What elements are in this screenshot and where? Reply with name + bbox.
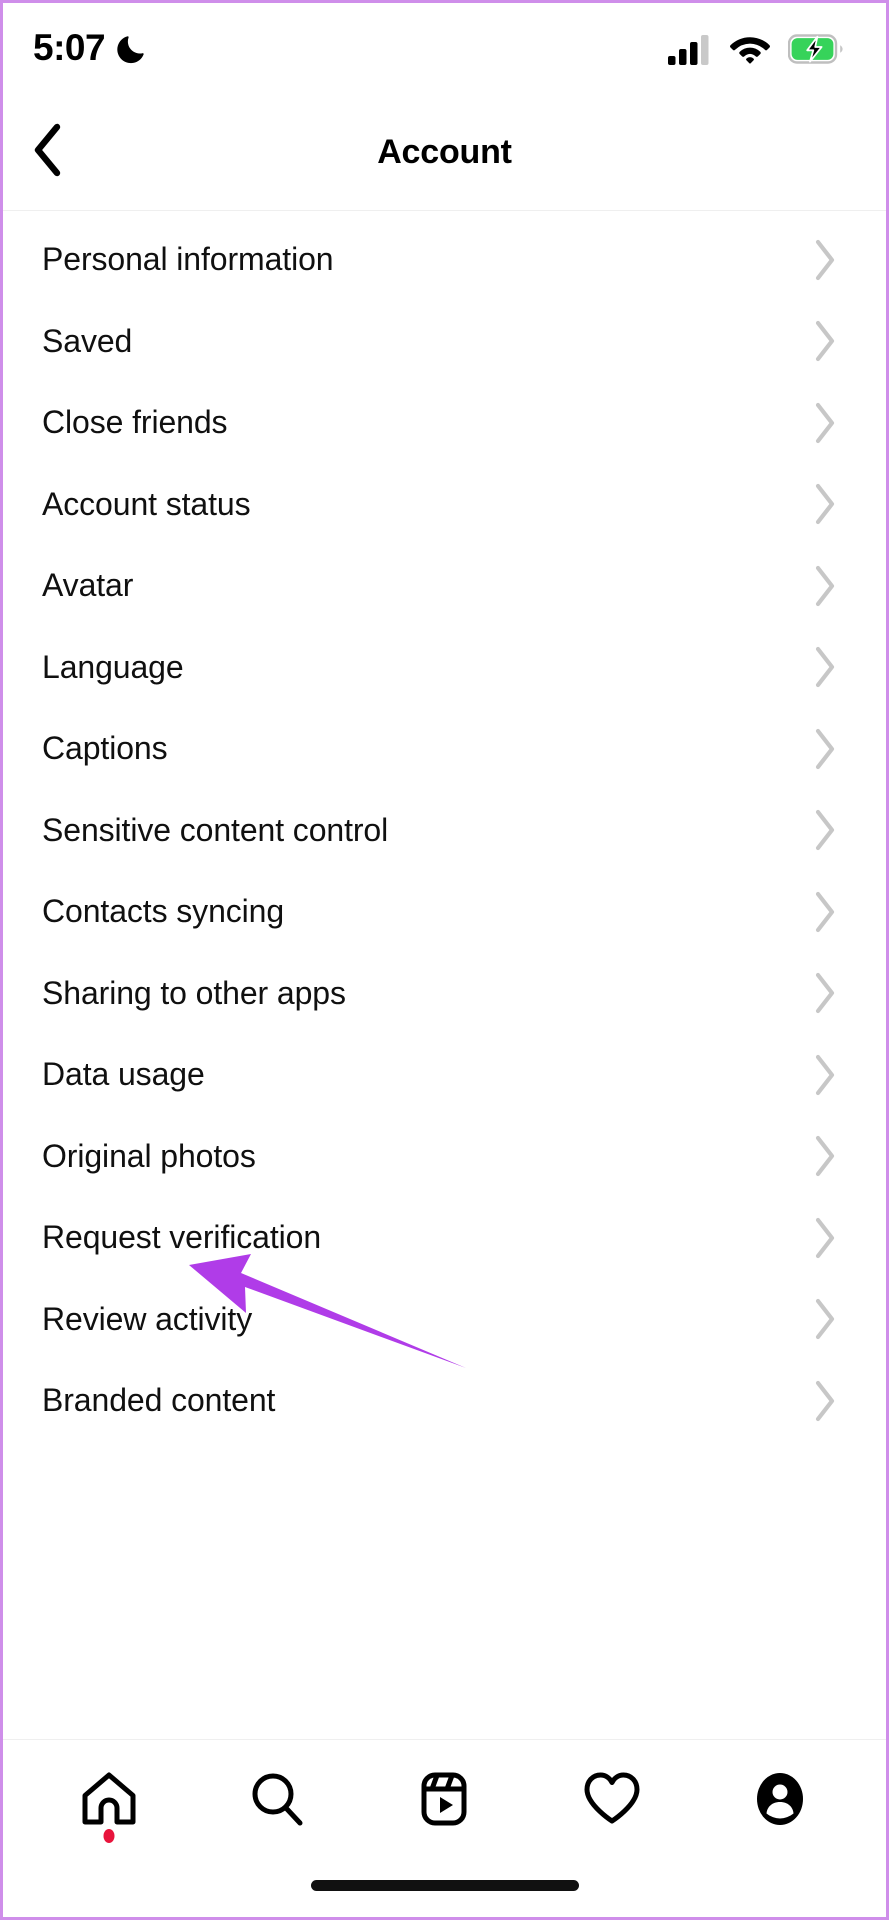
tab-profile[interactable] [726, 1749, 834, 1849]
back-button[interactable] [17, 122, 79, 184]
nav-header: Account [3, 95, 886, 211]
list-item-label: Branded content [42, 1382, 276, 1419]
list-item-label: Personal information [42, 241, 334, 278]
crescent-moon-icon [116, 32, 150, 66]
tab-activity[interactable] [558, 1749, 666, 1849]
tab-search[interactable] [223, 1749, 331, 1849]
list-item-label: Account status [42, 485, 251, 522]
list-item-label: Contacts syncing [42, 893, 285, 930]
list-item-saved[interactable]: Saved [3, 300, 886, 382]
chevron-right-icon [812, 644, 838, 690]
status-bar-right [668, 34, 844, 65]
chevron-right-icon [812, 1296, 838, 1342]
reels-icon [413, 1768, 475, 1830]
chevron-right-icon [812, 481, 838, 527]
profile-avatar-icon [749, 1768, 811, 1830]
chevron-right-icon [812, 237, 838, 283]
list-item-review-activity[interactable]: Review activity [3, 1278, 886, 1360]
chevron-right-icon [812, 1378, 838, 1424]
home-icon [78, 1768, 140, 1830]
list-item-label: Avatar [42, 567, 134, 604]
list-item-sharing-to-other-apps[interactable]: Sharing to other apps [3, 952, 886, 1034]
chevron-right-icon [812, 400, 838, 446]
list-item-label: Review activity [42, 1300, 253, 1337]
tab-reels[interactable] [390, 1749, 498, 1849]
list-item-personal-information[interactable]: Personal information [3, 219, 886, 301]
settings-list: Personal information Saved Close friends Ac… [3, 211, 886, 1442]
chevron-right-icon [812, 318, 838, 364]
list-item-branded-content[interactable]: Branded content [3, 1360, 886, 1442]
home-indicator-bar [310, 1880, 579, 1891]
heart-icon [581, 1768, 643, 1830]
list-item-label: Request verification [42, 1219, 322, 1256]
chevron-left-icon [31, 123, 65, 182]
search-icon [246, 1768, 308, 1830]
list-item-original-photos[interactable]: Original photos [3, 1115, 886, 1197]
list-item-label: Sharing to other apps [42, 974, 346, 1011]
chevron-right-icon [812, 970, 838, 1016]
tab-home[interactable] [55, 1749, 163, 1849]
list-item-label: Sensitive content control [42, 811, 389, 848]
chevron-right-icon [812, 726, 838, 772]
chevron-right-icon [812, 1052, 838, 1098]
list-item-label: Data usage [42, 1056, 205, 1093]
list-item-label: Original photos [42, 1137, 256, 1174]
list-item-label: Saved [42, 322, 133, 359]
chevron-right-icon [812, 1133, 838, 1179]
status-bar: 5:07 [3, 3, 886, 95]
list-item-label: Language [42, 648, 184, 685]
chevron-right-icon [812, 889, 838, 935]
list-item-label: Close friends [42, 404, 228, 441]
list-item-request-verification[interactable]: Request verification [3, 1197, 886, 1279]
home-notification-badge [103, 1829, 115, 1843]
page-title: Account [377, 133, 512, 171]
cellular-signal-icon [668, 34, 712, 65]
list-item-contacts-syncing[interactable]: Contacts syncing [3, 871, 886, 953]
list-item-captions[interactable]: Captions [3, 708, 886, 790]
chevron-right-icon [812, 807, 838, 853]
list-item-sensitive-content-control[interactable]: Sensitive content control [3, 789, 886, 871]
tab-list [3, 1740, 886, 1858]
wifi-icon [729, 34, 771, 65]
status-bar-clock: 5:07 [33, 27, 106, 68]
list-item-avatar[interactable]: Avatar [3, 545, 886, 627]
bottom-tab-bar [3, 1739, 886, 1917]
list-item-language[interactable]: Language [3, 626, 886, 708]
list-item-label: Captions [42, 730, 168, 767]
phone-screen: 5:07 Account Personal information Saved … [0, 0, 889, 1920]
chevron-right-icon [812, 563, 838, 609]
list-item-account-status[interactable]: Account status [3, 463, 886, 545]
list-item-data-usage[interactable]: Data usage [3, 1034, 886, 1116]
battery-charging-icon [788, 34, 844, 64]
status-bar-left: 5:07 [33, 29, 150, 69]
chevron-right-icon [812, 1215, 838, 1261]
list-item-close-friends[interactable]: Close friends [3, 382, 886, 464]
